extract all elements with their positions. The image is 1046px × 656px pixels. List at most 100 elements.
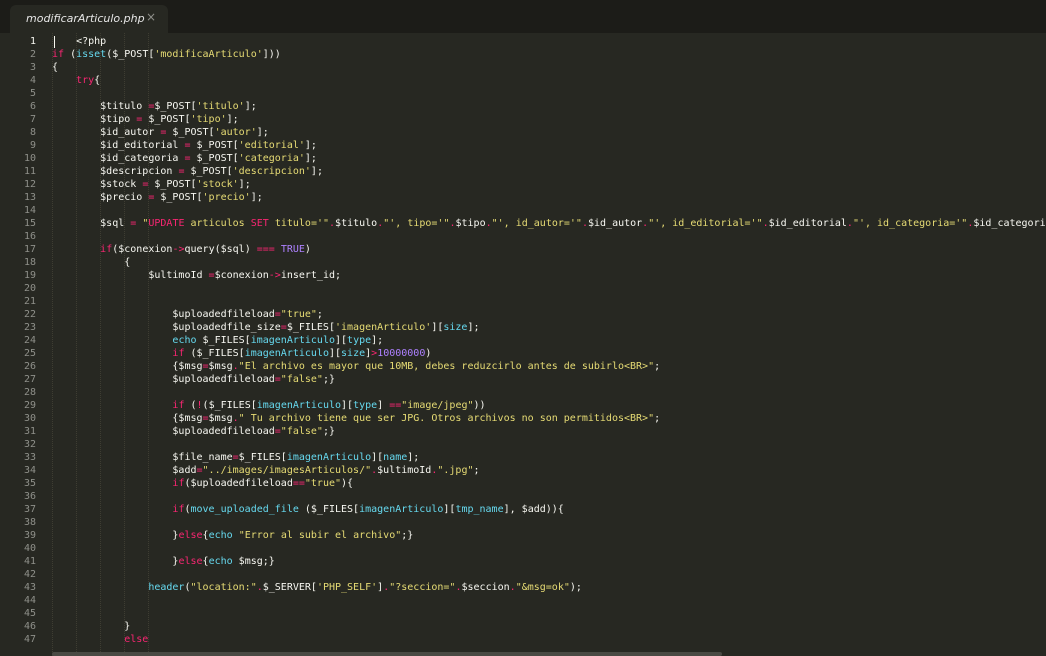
line-number: 37 [23,504,36,515]
code-token: ][ [431,322,444,333]
code-token: imagenArticulo [359,504,444,515]
code-line: $titulo =$_POST['titulo']; [52,100,257,113]
line-number: 14 [23,205,36,216]
code-token: 'precio' [202,192,251,203]
line-number: 36 [23,491,36,502]
code-token: "El archivo es mayor que 10MB, debes red… [238,361,655,372]
code-token: SET [250,218,269,229]
code-token: ; [654,413,661,424]
code-token: type [347,335,372,346]
code-token: ] [377,400,390,411]
code-token: insert_id; [280,270,342,281]
line-number: 17 [23,244,36,255]
code-token: ); [569,582,582,593]
code-line: $file_name=$_FILES[imagenArticulo][name]… [52,451,419,464]
code-token: == [292,478,305,489]
code-token: 'stock' [196,179,239,190]
code-token: ][ [341,400,354,411]
code-token: $_POST[ [190,140,239,151]
code-line: { [52,61,58,74]
code-line: $add="../images/imagesArticulos/".$ultim… [52,464,479,477]
code-token: ]; [238,179,251,190]
code-line: try{ [52,74,100,87]
code-token: if [100,244,113,255]
code-token: $uploadedfileload [52,374,275,385]
code-line: {$msg=$msg."El archivo es mayor que 10MB… [52,360,660,373]
code-token: "?seccion=" [389,582,456,593]
code-area[interactable]: <?php if (isset($_POST['modificaArticulo'… [52,33,1046,656]
horizontal-scrollbar[interactable] [52,652,722,656]
code-token: imagenArticulo [256,400,342,411]
code-token: move_uploaded_file [190,504,299,515]
code-token: ($_FILES[ [298,504,360,515]
editor-window: modificarArticulo.php × 1 2 3 4 5 6 7 8 9 10 11 12 1… [0,0,1046,656]
code-token: $msg;} [232,556,275,567]
code-line: } [52,620,130,633]
code-token: ($uploadedfileload [184,478,293,489]
close-icon[interactable]: × [146,10,156,24]
code-line: if (!($_FILES[imagenArticulo][type] =="i… [52,399,485,412]
line-number: 8 [29,127,36,138]
code-token: ])) [262,49,281,60]
code-token: } [52,621,131,632]
code-line: if($conexion->query($sql) === TRUE) [52,243,311,256]
code-token: $titulo [52,101,149,112]
code-line: $ultimoId =$conexion->insert_id; [52,269,341,282]
code-token: name [383,452,408,463]
code-token: tmp_name [455,504,504,515]
code-token: ;} [322,374,335,385]
line-number: 35 [23,478,36,489]
line-number: 34 [23,465,36,476]
code-token: header [148,582,185,593]
code-token: ($conexion [112,244,173,255]
line-number: 38 [23,517,36,528]
code-line: $stock = $_POST['stock']; [52,178,251,191]
line-number: 12 [23,179,36,190]
code-line: }else{echo "Error al subir el archivo";} [52,529,413,542]
line-number: 11 [23,166,36,177]
code-token: if [52,49,65,60]
code-editor[interactable]: 1 2 3 4 5 6 7 8 9 10 11 12 13 14 15 16 17 18 19 20 21 22 23 24 2… [0,33,1046,656]
code-token: ]; [256,127,269,138]
code-line: { [52,256,130,269]
line-number: 4 [29,75,36,86]
code-line: if ($_FILES[imagenArticulo][size]>100000… [52,347,431,360]
text-cursor [54,36,55,48]
code-token: "true" [304,478,342,489]
code-line: $uploadedfile_size=$_FILES['imagenArticu… [52,321,479,334]
line-number: 33 [23,452,36,463]
code-token: else [124,634,149,645]
code-token: ]; [304,140,317,151]
code-line: {$msg=$msg." Tu archivo tiene que ser JP… [52,412,660,425]
code-token: } [52,530,179,541]
code-token: try [76,75,95,86]
code-token: ]; [250,192,263,203]
code-token: ){ [341,478,354,489]
code-token: $tipo [52,114,137,125]
code-line: $tipo = $_POST['tipo']; [52,113,239,126]
code-token: ]; [244,101,257,112]
code-token: size [443,322,468,333]
code-token: ][ [371,452,384,463]
code-token: "false" [280,426,323,437]
code-line: if(move_uploaded_file ($_FILES[imagenArt… [52,503,563,516]
code-token: 10000000 [377,348,426,359]
code-token: $uploadedfileload [52,309,275,320]
line-number: 6 [29,101,36,112]
code-token: $titulo [335,218,378,229]
code-token: $id_editorial [52,140,185,151]
code-token: if [172,400,185,411]
code-line: }else{echo $msg;} [52,555,275,568]
code-token: 'modificaArticulo' [154,49,263,60]
line-number: 25 [23,348,36,359]
code-token: "', tipo='" [383,218,450,229]
code-token: ;} [401,530,414,541]
code-token: 'tipo' [190,114,227,125]
file-tab[interactable]: modificarArticulo.php × [10,5,168,33]
code-token: query($sql) [184,244,257,255]
line-number: 28 [23,387,36,398]
line-number: 21 [23,296,36,307]
